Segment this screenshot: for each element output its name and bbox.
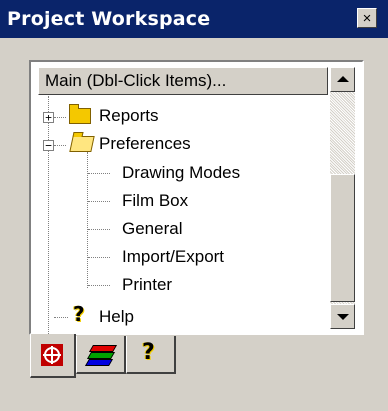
tab-workspace[interactable]: [30, 334, 76, 378]
target-icon: [41, 344, 63, 366]
tree-panel: Main (Dbl-Click Items)... + Reports − Pr…: [29, 60, 364, 335]
tree-connector: [54, 145, 66, 146]
layers-icon: [84, 345, 118, 367]
help-icon: ?: [142, 340, 155, 365]
tree-connector: [88, 201, 110, 202]
tree-item-printer[interactable]: Printer: [122, 271, 172, 299]
arrow-up-icon: [337, 76, 349, 82]
help-icon: ?: [73, 302, 85, 326]
tree-item-help[interactable]: Help: [99, 303, 134, 331]
tab-layers[interactable]: [76, 336, 126, 374]
tree-item-reports[interactable]: Reports: [99, 102, 159, 130]
scroll-down-button[interactable]: [330, 304, 355, 329]
collapse-preferences-button[interactable]: −: [43, 140, 54, 151]
tree-header[interactable]: Main (Dbl-Click Items)...: [38, 67, 328, 95]
tree-item-film-box[interactable]: Film Box: [122, 187, 188, 215]
tree-connector: [88, 285, 110, 286]
tree-connector: [88, 173, 110, 174]
title-bar[interactable]: Project Workspace ×: [0, 0, 388, 38]
expand-reports-button[interactable]: +: [43, 112, 54, 123]
arrow-down-icon: [337, 314, 349, 320]
tree-connector: [54, 317, 68, 318]
tree-item-preferences[interactable]: Preferences: [99, 130, 191, 158]
folder-closed-icon: [69, 104, 91, 124]
close-icon: ×: [362, 9, 372, 27]
tree-item-import-export[interactable]: Import/Export: [122, 243, 224, 271]
tab-help[interactable]: ?: [126, 336, 176, 374]
tree-item-general[interactable]: General: [122, 215, 182, 243]
tree-item-drawing-modes[interactable]: Drawing Modes: [122, 159, 240, 187]
window-title: Project Workspace: [7, 8, 211, 30]
tree-connector: [88, 229, 110, 230]
folder-open-icon: [69, 136, 95, 152]
scrollbar-thumb[interactable]: [330, 174, 355, 302]
tree-root-line: [48, 96, 49, 334]
tree-connector: [54, 117, 66, 118]
close-button[interactable]: ×: [357, 8, 377, 28]
tree-connector: [88, 257, 110, 258]
scroll-up-button[interactable]: [330, 67, 355, 92]
